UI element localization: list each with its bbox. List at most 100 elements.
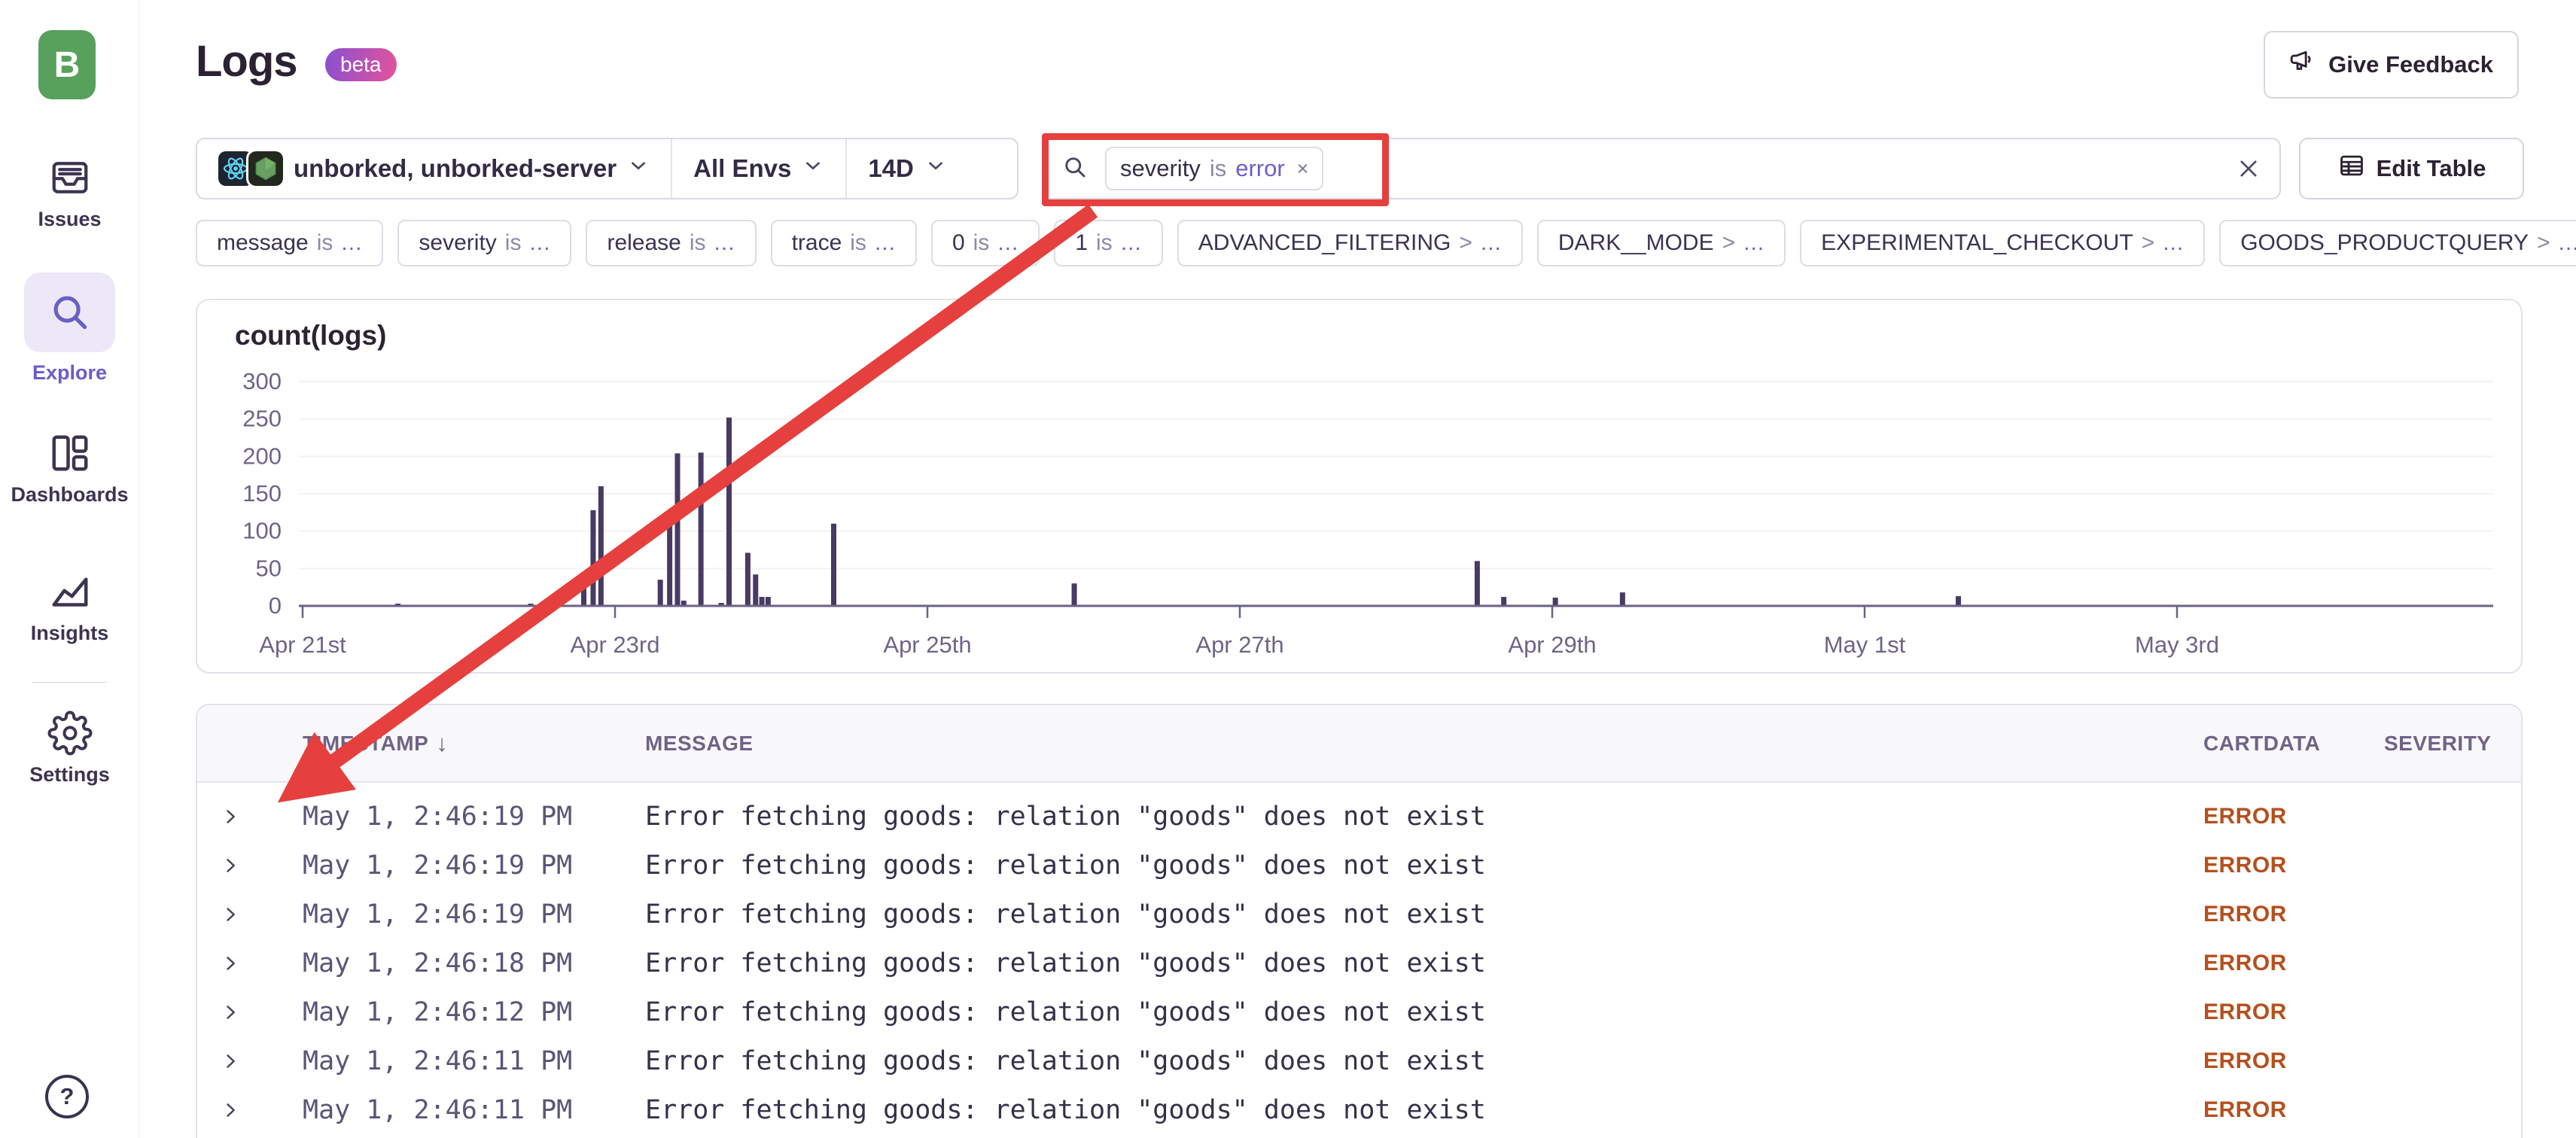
chevron-down-icon (924, 154, 947, 183)
log-message: Error fetching goods: relation "goods" d… (645, 1046, 2203, 1076)
filter-suggestion-chip[interactable]: release is ... (586, 220, 756, 266)
chart-bar (1072, 583, 1077, 606)
project-platform-icons (218, 151, 283, 186)
environment-selector-label: All Envs (693, 154, 791, 183)
sidebar-item-label: Explore (0, 361, 139, 385)
chart-bar (675, 453, 681, 606)
search-filter-chip[interactable]: severity is error × (1105, 147, 1323, 190)
logs-page: B Issues Explore (0, 0, 2576, 1138)
chip-key: EXPERIMENTAL_CHECKOUT (1821, 230, 2133, 256)
log-message: Error fetching goods: relation "goods" d… (645, 850, 2203, 881)
log-table-row[interactable]: May 1, 2:46:18 PM Error fetching goods: … (197, 939, 2521, 987)
sidebar-item-dashboards[interactable]: Dashboards (0, 431, 139, 507)
sidebar-item-explore[interactable]: Explore (0, 272, 139, 385)
remove-filter-icon[interactable]: × (1297, 157, 1309, 181)
sidebar-item-label: Settings (0, 763, 139, 787)
expand-row-chevron-icon[interactable] (220, 806, 253, 827)
filter-suggestion-chip[interactable]: message is ... (196, 220, 383, 266)
log-timestamp: May 1, 2:46:11 PM (289, 1095, 645, 1125)
sidebar-item-issues[interactable]: Issues (0, 155, 139, 231)
logs-count-chart-panel: count(logs) 050100150200250300Apr 21stAp… (196, 299, 2523, 674)
insights-chart-icon (0, 569, 139, 614)
date-range-selector[interactable]: 14D (845, 139, 968, 198)
log-table-row[interactable]: May 1, 2:46:11 PM Error fetching goods: … (197, 1085, 2521, 1134)
chip-ellipsis: ... (1121, 230, 1142, 256)
chart-bar (831, 524, 836, 606)
chip-ellipsis: ... (2559, 230, 2576, 256)
sidebar-divider (32, 682, 107, 683)
x-tick-label: May 1st (1824, 631, 1906, 658)
filter-suggestion-chip[interactable]: 1 is ... (1054, 220, 1162, 266)
chart-bar (1956, 596, 1961, 606)
search-input[interactable]: severity is error × (1042, 138, 2281, 199)
chip-operator: is (505, 230, 522, 256)
y-tick-label: 250 (242, 406, 282, 432)
logs-count-bar-chart[interactable]: 050100150200250300Apr 21stApr 23rdApr 25… (197, 300, 2521, 672)
filter-suggestion-chip[interactable]: EXPERIMENTAL_CHECKOUT > ... (1800, 220, 2205, 266)
chip-operator: > (1459, 230, 1472, 256)
filter-suggestion-chips: message is ... severity is ... release i… (196, 220, 2576, 266)
x-tick-label: Apr 23rd (571, 631, 660, 658)
x-tick-label: Apr 29th (1508, 631, 1596, 658)
filter-suggestion-chip[interactable]: trace is ... (771, 220, 917, 266)
help-icon[interactable]: ? (45, 1075, 89, 1118)
column-header-timestamp[interactable]: TIMESTAMP ↓ (289, 730, 645, 757)
edit-table-button[interactable]: Edit Table (2299, 138, 2524, 199)
sidebar-item-settings[interactable]: Settings (0, 710, 139, 787)
chart-bar (766, 597, 771, 606)
chart-bar (1475, 561, 1480, 606)
log-table-row[interactable]: May 1, 2:46:12 PM Error fetching goods: … (197, 987, 2521, 1036)
project-selector[interactable]: unborked, unborked-server (197, 139, 671, 198)
column-header-message[interactable]: MESSAGE (645, 732, 2203, 756)
column-header-severity[interactable]: SEVERITY (2384, 732, 2521, 756)
org-avatar[interactable]: B (38, 30, 96, 99)
expand-row-chevron-icon[interactable] (220, 1002, 253, 1023)
y-tick-label: 200 (242, 443, 282, 469)
expand-row-chevron-icon[interactable] (220, 904, 253, 925)
column-header-cartdata[interactable]: CARTDATA (2203, 732, 2384, 756)
filter-suggestion-chip[interactable]: 0 is ... (931, 220, 1040, 266)
chip-operator: is (1096, 230, 1113, 256)
chip-ellipsis: ... (1481, 230, 1502, 256)
sidebar: B Issues Explore (0, 0, 139, 1138)
chip-operator: is (317, 230, 333, 256)
search-icon (1061, 154, 1089, 184)
filter-key: severity (1120, 155, 1201, 182)
expand-row-chevron-icon[interactable] (220, 1100, 253, 1121)
log-table-row[interactable]: May 1, 2:46:11 PM Error fetching goods: … (197, 1036, 2521, 1085)
chart-bar (699, 452, 704, 606)
chip-key: trace (792, 230, 842, 256)
expand-row-chevron-icon[interactable] (220, 1051, 253, 1072)
filter-suggestion-chip[interactable]: severity is ... (397, 220, 571, 266)
log-message: Error fetching goods: relation "goods" d… (645, 802, 2203, 832)
chart-bar (598, 486, 604, 606)
expand-row-chevron-icon[interactable] (220, 953, 253, 974)
filter-suggestion-chip[interactable]: DARK__MODE > ... (1537, 220, 1786, 266)
beta-badge: beta (325, 48, 397, 81)
chip-operator: > (2142, 230, 2155, 256)
filter-suggestion-chip[interactable]: ADVANCED_FILTERING > ... (1177, 220, 1523, 266)
filter-suggestion-chip[interactable]: GOODS_PRODUCTQUERY > ... (2219, 220, 2576, 266)
chart-bar (745, 552, 751, 606)
expand-row-chevron-icon[interactable] (220, 855, 253, 876)
log-table-row[interactable]: May 1, 2:46:19 PM Error fetching goods: … (197, 792, 2521, 841)
search-icon (47, 289, 93, 336)
chip-operator: > (1722, 230, 1736, 256)
sidebar-item-insights[interactable]: Insights (0, 569, 139, 645)
environment-selector[interactable]: All Envs (671, 139, 845, 198)
chart-bar (658, 580, 663, 606)
page-filter-bar: unborked, unborked-server All Envs 14D (196, 138, 1019, 199)
log-timestamp: May 1, 2:46:18 PM (289, 948, 645, 978)
log-table-row[interactable]: May 1, 2:46:19 PM Error fetching goods: … (197, 841, 2521, 890)
log-table-row[interactable]: May 1, 2:46:11 PM Error fetching goods: … (197, 1134, 2521, 1138)
log-table-row[interactable]: May 1, 2:46:19 PM Error fetching goods: … (197, 890, 2521, 939)
chip-key: release (607, 230, 681, 256)
chip-ellipsis: ... (997, 230, 1019, 256)
chip-key: 1 (1075, 230, 1088, 256)
give-feedback-button[interactable]: Give Feedback (2264, 31, 2519, 99)
clear-search-icon[interactable] (2236, 156, 2261, 181)
log-timestamp: May 1, 2:46:19 PM (289, 850, 645, 881)
chip-operator: is (850, 230, 866, 256)
sidebar-item-label: Issues (0, 208, 139, 231)
chart-bar (1501, 597, 1506, 606)
